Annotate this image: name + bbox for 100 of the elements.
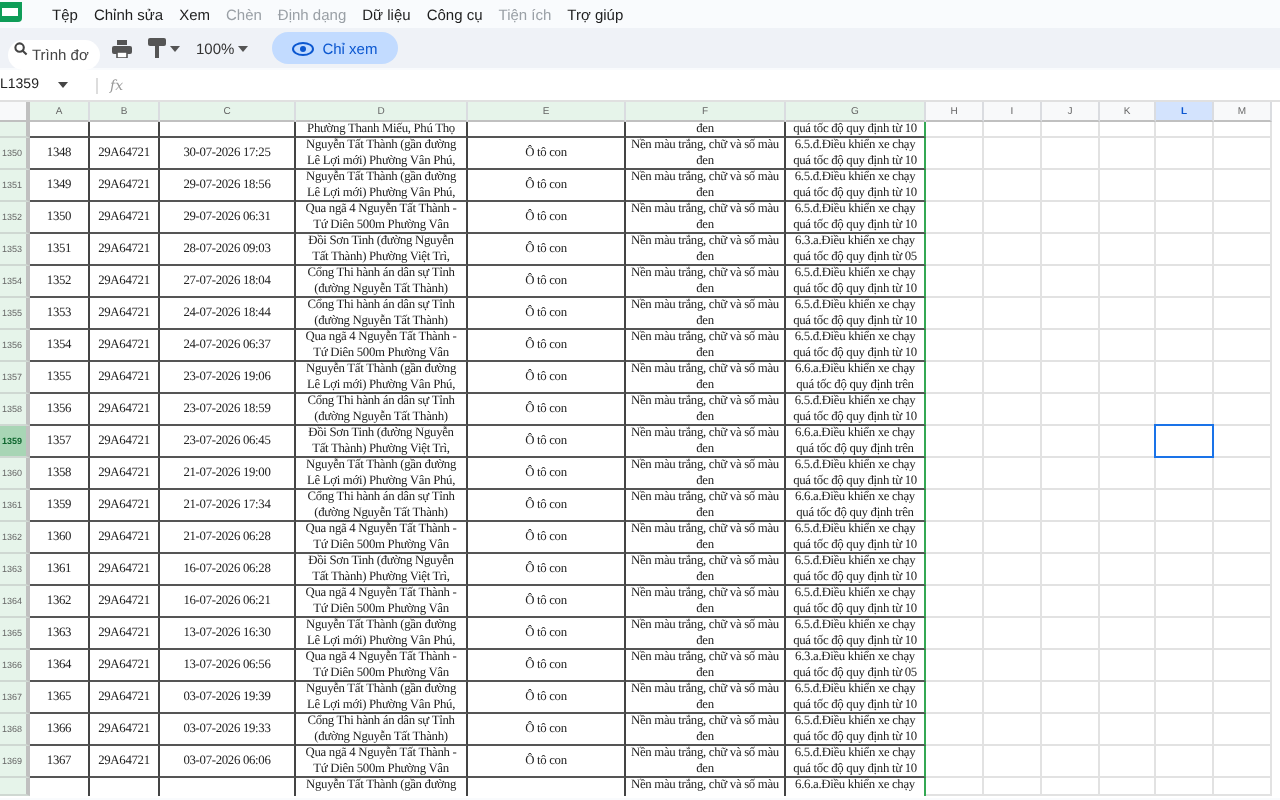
empty-cell xyxy=(984,746,1042,778)
empty-cell xyxy=(1100,778,1156,796)
empty-cell xyxy=(1100,170,1156,202)
empty-cell xyxy=(926,330,984,362)
empty-cell xyxy=(1042,554,1100,586)
empty-cell xyxy=(984,778,1042,796)
empty-cell xyxy=(984,426,1042,458)
printer-icon xyxy=(112,39,132,57)
empty-cell xyxy=(1214,682,1272,714)
empty-cell xyxy=(984,266,1042,298)
empty-cell xyxy=(926,618,984,650)
empty-cell xyxy=(1214,746,1272,778)
empty-cell xyxy=(1042,778,1100,796)
empty-cell xyxy=(1156,202,1214,234)
empty-cell xyxy=(1042,298,1100,330)
empty-cell xyxy=(1156,490,1214,522)
empty-cell xyxy=(1156,362,1214,394)
empty-cell xyxy=(1042,330,1100,362)
empty-cell xyxy=(984,298,1042,330)
empty-cell xyxy=(1156,650,1214,682)
empty-cell xyxy=(1042,202,1100,234)
empty-cell xyxy=(1100,394,1156,426)
empty-cell xyxy=(1042,522,1100,554)
empty-cell xyxy=(1214,266,1272,298)
empty-cell xyxy=(1042,714,1100,746)
empty-cell xyxy=(1100,490,1156,522)
empty-cell xyxy=(1042,682,1100,714)
empty-cell xyxy=(1156,138,1214,170)
empty-cell xyxy=(1156,170,1214,202)
eye-icon xyxy=(292,41,315,55)
empty-cell xyxy=(984,714,1042,746)
caret-icon xyxy=(170,45,180,51)
empty-cell xyxy=(1214,234,1272,266)
empty-cell xyxy=(926,714,984,746)
empty-cell xyxy=(1042,586,1100,618)
empty-cell xyxy=(926,298,984,330)
empty-cell xyxy=(926,362,984,394)
empty-cell xyxy=(1042,650,1100,682)
empty-cell xyxy=(926,778,984,796)
search-icon xyxy=(14,41,28,55)
empty-cell xyxy=(926,554,984,586)
empty-cell xyxy=(1100,298,1156,330)
empty-cell xyxy=(1156,682,1214,714)
empty-cell xyxy=(1214,458,1272,490)
empty-cell xyxy=(1156,330,1214,362)
empty-cell xyxy=(984,170,1042,202)
empty-cell xyxy=(984,682,1042,714)
empty-cell xyxy=(926,394,984,426)
empty-cell xyxy=(1100,746,1156,778)
empty-cell xyxy=(1042,362,1100,394)
empty-cell xyxy=(1214,522,1272,554)
empty-cell xyxy=(1214,202,1272,234)
empty-cell xyxy=(1100,682,1156,714)
empty-cell xyxy=(1156,778,1214,796)
empty-cell xyxy=(984,554,1042,586)
empty-cell xyxy=(1156,234,1214,266)
paint-format-button[interactable] xyxy=(144,33,184,63)
empty-cell xyxy=(1042,458,1100,490)
empty-cell xyxy=(1100,554,1156,586)
empty-cell xyxy=(1042,490,1100,522)
empty-cell xyxy=(1156,458,1214,490)
paint-roller-icon xyxy=(148,38,166,58)
empty-cell xyxy=(984,618,1042,650)
empty-cell xyxy=(1042,426,1100,458)
empty-cell xyxy=(1100,202,1156,234)
empty-cell xyxy=(1042,266,1100,298)
empty-cell xyxy=(1214,586,1272,618)
empty-cell xyxy=(926,202,984,234)
spreadsheet-logo-icon[interactable] xyxy=(0,1,24,23)
empty-cell xyxy=(1214,714,1272,746)
empty-cell xyxy=(926,650,984,682)
empty-cell xyxy=(1100,586,1156,618)
empty-cell xyxy=(926,586,984,618)
empty-cell xyxy=(984,490,1042,522)
empty-cell xyxy=(1100,138,1156,170)
empty-cell xyxy=(984,586,1042,618)
caret-icon xyxy=(58,82,68,88)
caret-icon xyxy=(238,45,249,51)
empty-cell xyxy=(926,522,984,554)
empty-cell xyxy=(1214,170,1272,202)
empty-cell xyxy=(1156,266,1214,298)
empty-cell xyxy=(926,266,984,298)
empty-cell xyxy=(1100,330,1156,362)
empty-cell xyxy=(1156,618,1214,650)
empty-cell xyxy=(984,394,1042,426)
empty-cell xyxy=(1156,298,1214,330)
empty-cell xyxy=(1042,170,1100,202)
empty-cell xyxy=(1214,490,1272,522)
empty-cell xyxy=(1100,458,1156,490)
empty-cell xyxy=(1214,426,1272,458)
empty-cell xyxy=(984,202,1042,234)
empty-cell xyxy=(1214,778,1272,796)
empty-cell xyxy=(1042,618,1100,650)
empty-cell xyxy=(926,426,984,458)
empty-cell xyxy=(984,362,1042,394)
empty-cell xyxy=(984,522,1042,554)
empty-cell xyxy=(926,234,984,266)
empty-cell xyxy=(984,458,1042,490)
empty-cell xyxy=(1156,554,1214,586)
empty-cell xyxy=(984,650,1042,682)
